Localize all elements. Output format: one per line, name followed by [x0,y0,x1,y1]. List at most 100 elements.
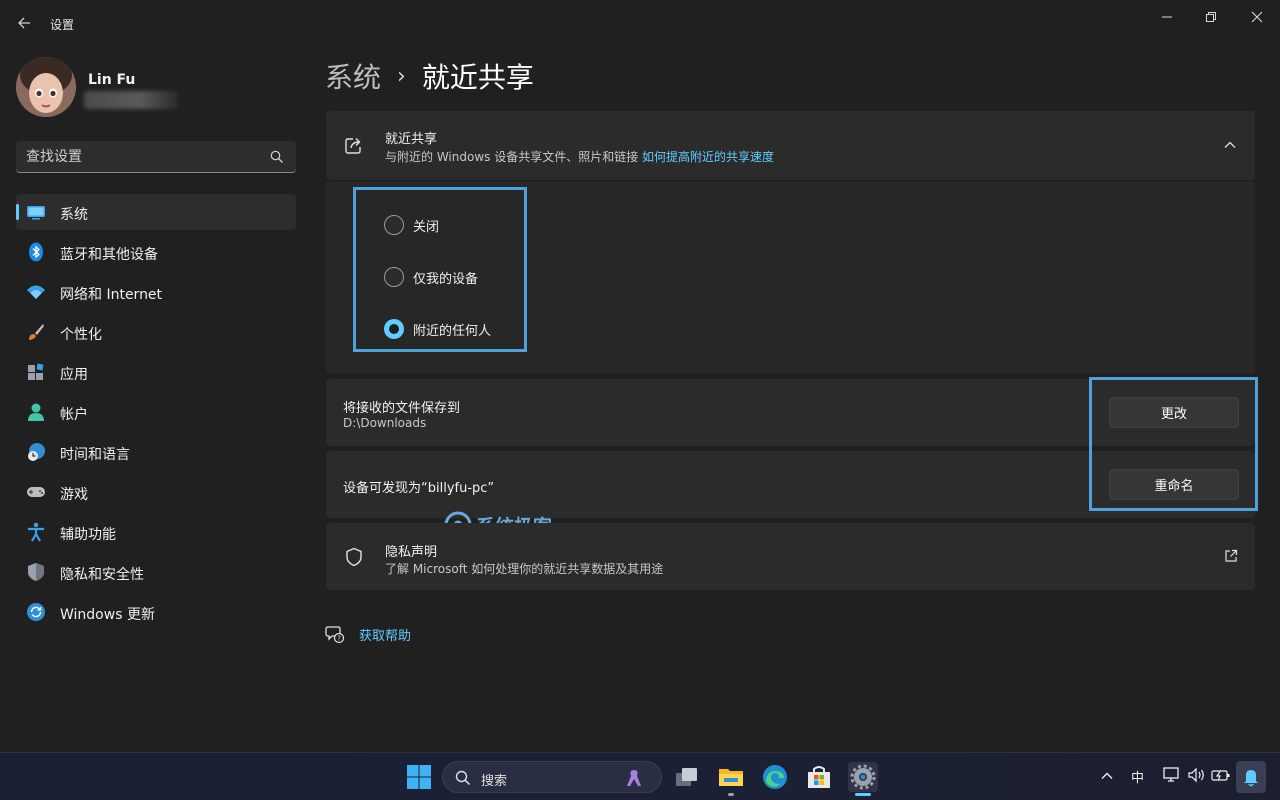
nearby-sharing-options: 关闭 仅我的设备 附近的任何人 [326,180,1255,374]
sidebar-item-label: 个性化 [60,327,102,343]
radio-option-everyone-nearby[interactable]: 附近的任何人 [384,317,491,341]
search-icon[interactable] [270,150,284,164]
change-button[interactable]: 更改 [1109,397,1239,428]
get-help-link[interactable]: ? 获取帮助 [325,624,411,644]
radio-label: 关闭 [413,219,440,235]
gamepad-icon [26,482,46,502]
device-discoverable-title: 设备可发现为“billyfu-pc” [343,481,495,496]
title-bar: 设置 [0,0,1280,48]
account-icon [26,402,46,422]
sidebar-item-label: 蓝牙和其他设备 [60,247,158,263]
time-language-icon [26,442,46,462]
sidebar-item-apps[interactable]: 应用 [16,354,296,390]
network-icon[interactable] [1163,767,1181,787]
sidebar-item-label: 时间和语言 [60,447,130,463]
radio-option-off[interactable]: 关闭 [384,213,439,237]
microsoft-store-icon[interactable] [804,762,834,792]
sidebar-item-label: 网络和 Internet [60,287,163,303]
sidebar-item-personalization[interactable]: 个性化 [16,314,296,350]
sidebar-nav: 系统 蓝牙和其他设备 网络和 Internet 个性化 应用 帐户 时间和语言 … [16,194,296,634]
settings-gear-icon[interactable] [848,762,878,792]
apps-icon [26,362,46,382]
nearby-sharing-title: 就近共享 [385,132,438,147]
taskbar-search-label: 搜索 [481,774,508,789]
sidebar-item-gaming[interactable]: 游戏 [16,474,296,510]
profile-name: Lin Fu [88,72,136,88]
radio-label: 仅我的设备 [413,271,479,287]
window-title: 设置 [50,18,75,32]
breadcrumb: 系统 › 就近共享 [325,56,534,96]
save-location-path: D:\Downloads [343,416,427,430]
edge-browser-icon[interactable] [760,762,790,792]
external-link-icon[interactable] [1224,549,1238,563]
taskbar: 搜索 中 [0,752,1280,800]
profile-email-redacted [84,91,178,109]
device-discoverable-row: 设备可发现为“billyfu-pc” 重命名 [326,451,1255,518]
sidebar-item-system[interactable]: 系统 [16,194,296,230]
chevron-up-icon[interactable] [1223,138,1237,152]
avatar[interactable] [16,57,76,117]
battery-icon[interactable] [1211,767,1231,787]
close-icon[interactable] [1246,8,1268,26]
sidebar-item-network[interactable]: 网络和 Internet [16,274,296,310]
get-help-label: 获取帮助 [359,628,412,644]
start-button-icon[interactable] [404,762,434,792]
file-explorer-icon[interactable] [716,762,746,792]
task-view-icon[interactable] [672,762,702,792]
shield-icon [26,562,46,582]
minimize-icon[interactable] [1156,8,1178,26]
sidebar-item-bluetooth[interactable]: 蓝牙和其他设备 [16,234,296,270]
notifications-icon[interactable] [1236,761,1266,793]
sidebar-item-label: Windows 更新 [60,607,155,623]
search-icon [455,770,471,790]
breadcrumb-parent[interactable]: 系统 [325,56,381,96]
radio-label: 附近的任何人 [413,323,492,339]
shield-outline-icon [344,547,364,567]
sidebar-item-label: 辅助功能 [60,527,116,543]
page-title: 就近共享 [421,61,534,94]
accessibility-icon [26,522,46,542]
volume-icon[interactable] [1187,767,1207,787]
radio-option-my-devices[interactable]: 仅我的设备 [384,265,478,289]
sidebar-item-accounts[interactable]: 帐户 [16,394,296,430]
speed-help-link[interactable]: 如何提高附近的共享速度 [642,150,774,164]
brush-icon [26,322,46,342]
nearby-sharing-description: 与附近的 Windows 设备共享文件、照片和链接 [385,150,639,164]
settings-search[interactable] [16,141,296,173]
sidebar-item-label: 游戏 [60,487,88,503]
privacy-subtitle: 了解 Microsoft 如何处理你的就近共享数据及其用途 [385,562,664,576]
chevron-up-icon[interactable] [1100,769,1114,787]
sidebar-item-label: 帐户 [60,407,88,423]
radio-button[interactable] [384,215,404,235]
radio-button-checked[interactable] [384,319,404,339]
nearby-sharing-subtitle: 与附近的 Windows 设备共享文件、照片和链接 如何提高附近的共享速度 [385,148,774,165]
radio-button[interactable] [384,267,404,287]
save-location-row: 将接收的文件保存到 D:\Downloads 更改 [326,379,1255,446]
search-input[interactable] [26,141,266,172]
privacy-statement-row[interactable]: 隐私声明 了解 Microsoft 如何处理你的就近共享数据及其用途 [326,523,1255,590]
breadcrumb-separator: › [397,63,406,89]
sidebar-item-accessibility[interactable]: 辅助功能 [16,514,296,550]
nearby-sharing-header[interactable]: 就近共享 与附近的 Windows 设备共享文件、照片和链接 如何提高附近的共享… [326,111,1255,180]
ribbon-icon [623,767,645,793]
sidebar-item-label: 系统 [60,207,88,223]
bluetooth-icon [26,242,46,262]
update-icon [26,602,46,622]
help-chat-icon: ? [325,624,345,644]
rename-button[interactable]: 重命名 [1109,469,1239,500]
sidebar-item-label: 隐私和安全性 [60,567,144,583]
taskbar-search[interactable]: 搜索 [442,761,662,793]
privacy-title: 隐私声明 [385,545,438,560]
sidebar-item-time-language[interactable]: 时间和语言 [16,434,296,470]
wifi-icon [26,282,46,302]
ime-indicator[interactable]: 中 [1131,767,1144,786]
back-arrow-icon[interactable] [14,12,36,34]
active-indicator [855,793,871,796]
restore-icon[interactable] [1200,8,1222,26]
sidebar-item-privacy-security[interactable]: 隐私和安全性 [16,554,296,590]
system-icon [26,202,46,222]
share-icon [344,135,364,155]
sidebar-item-windows-update[interactable]: Windows 更新 [16,594,296,630]
sidebar-item-label: 应用 [60,367,88,383]
save-location-title: 将接收的文件保存到 [343,401,461,416]
